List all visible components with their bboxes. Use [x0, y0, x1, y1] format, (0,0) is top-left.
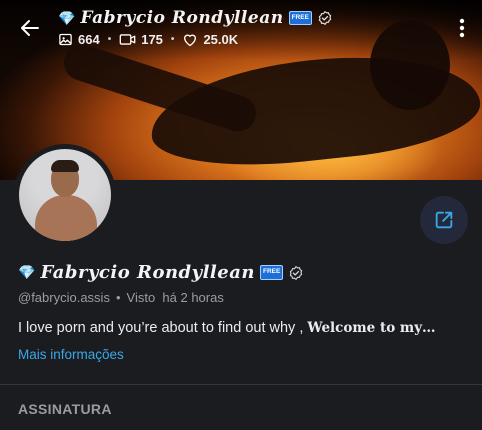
free-badge: FREE	[288, 10, 312, 26]
heart-icon	[184, 34, 197, 47]
avatar-hair	[51, 160, 79, 172]
photos-count: 664	[78, 32, 100, 47]
stat-videos[interactable]: 175	[119, 32, 163, 47]
header-name: 💎 Fabrycio Rondyllean FREE	[58, 7, 333, 29]
subscription-heading: ASSINATURA	[18, 401, 112, 417]
diamond-emoji: 💎	[18, 264, 36, 280]
stat-photos[interactable]: 664	[58, 32, 100, 47]
separator-dot: •	[107, 34, 112, 45]
bio-bold: Welcome to my…	[307, 320, 436, 336]
separator-dot: •	[115, 290, 121, 305]
arrow-left-icon[interactable]	[18, 16, 42, 40]
stat-likes[interactable]: 25.0K	[182, 32, 238, 47]
videos-count: 175	[141, 32, 163, 47]
avatar-photo	[19, 149, 111, 241]
more-vertical-icon[interactable]	[452, 16, 472, 40]
profile-name: 💎 Fabrycio Rondyllean FREE	[18, 262, 304, 283]
top-bar: 💎 Fabrycio Rondyllean FREE 664 • 175 • 2…	[0, 0, 482, 56]
header-display-name: Fabrycio Rondyllean	[80, 8, 284, 28]
avatar-torso	[35, 195, 97, 241]
video-icon	[119, 34, 136, 45]
image-icon	[59, 33, 72, 46]
bio-plain: I love porn and you’re about to find out…	[18, 320, 304, 336]
last-seen: Visto há 2 horas	[126, 290, 224, 305]
section-divider	[0, 384, 482, 385]
username-handle: @fabrycio.assis	[18, 290, 110, 305]
free-badge: FREE	[259, 265, 284, 280]
share-button[interactable]	[420, 196, 468, 244]
more-info-link[interactable]: Mais informações	[18, 347, 124, 362]
verified-check-icon	[290, 265, 303, 280]
bio-text: I love porn and you’re about to find out…	[18, 320, 466, 336]
display-name: Fabrycio Rondyllean	[40, 262, 255, 283]
avatar[interactable]	[14, 144, 116, 246]
handle-row: @fabrycio.assis • Visto há 2 horas	[18, 290, 224, 305]
profile-stats: 664 • 175 • 25.0K	[58, 32, 238, 47]
likes-count: 25.0K	[203, 32, 239, 47]
separator-dot: •	[170, 34, 175, 45]
verified-check-icon	[318, 10, 332, 26]
share-icon	[435, 211, 453, 229]
diamond-emoji: 💎	[58, 9, 76, 26]
